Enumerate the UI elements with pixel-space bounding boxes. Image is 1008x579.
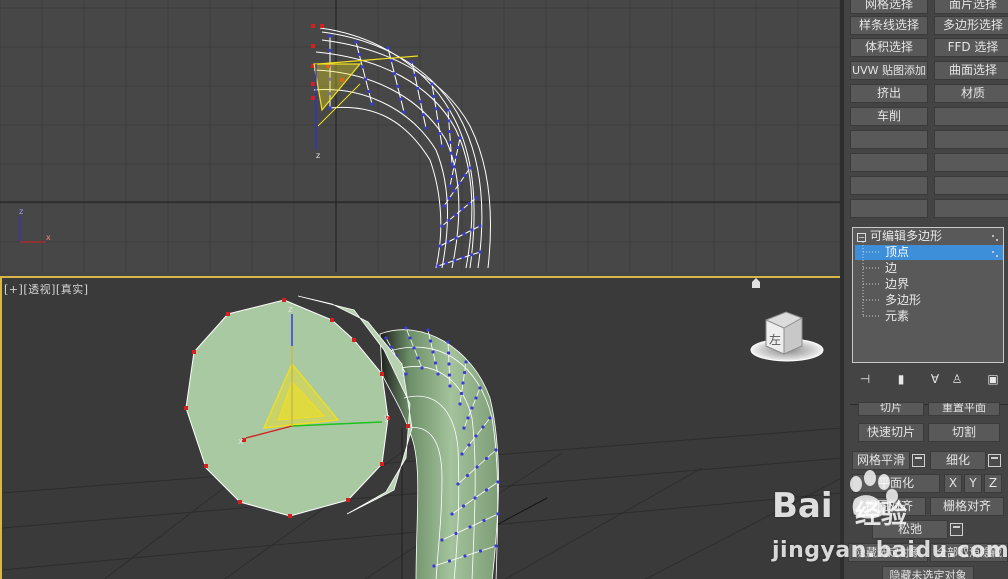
make-unique-icon[interactable]: ∀ bbox=[926, 370, 944, 388]
pin-stack-icon[interactable]: ⊣ bbox=[856, 370, 874, 388]
meshsmooth-settings-icon[interactable] bbox=[912, 454, 925, 467]
tessellate-button[interactable]: 细化 bbox=[930, 451, 986, 470]
top-viewport[interactable]: z z x bbox=[0, 0, 840, 272]
gizmo-y-label: y bbox=[384, 413, 390, 423]
empty-modifier-button[interactable] bbox=[850, 199, 928, 218]
poly-select-button[interactable]: 多边形选择 bbox=[934, 16, 1008, 35]
uvw-map-add-button[interactable]: UVW 贴图添加 bbox=[850, 61, 928, 80]
svg-text:z: z bbox=[19, 207, 23, 216]
slice-plane-button[interactable]: 切片 bbox=[858, 402, 924, 416]
gizmo-x-label: x bbox=[238, 437, 244, 447]
empty-modifier-button[interactable] bbox=[850, 130, 928, 149]
top-viewport-canvas[interactable]: z z x bbox=[0, 0, 840, 272]
cut-button[interactable]: 切割 bbox=[928, 423, 1000, 442]
modifier-stack[interactable]: − 可编辑多边形 顶点 边 边界 多边形 元素 bbox=[852, 227, 1004, 363]
world-axis-tripod-top: z x bbox=[19, 207, 51, 243]
viewcube-face-label: 左 bbox=[769, 332, 781, 347]
mesh-select-button[interactable]: 网格选择 bbox=[850, 0, 928, 14]
surface-select-button[interactable]: 曲面选择 bbox=[934, 61, 1008, 80]
spline-select-button[interactable]: 样条线选择 bbox=[850, 16, 928, 35]
perspective-viewport[interactable]: z y x 左 [+][透视][真实] bbox=[0, 276, 840, 579]
reset-plane-button[interactable]: 重置平面 bbox=[928, 402, 1000, 416]
stack-tree-lines bbox=[862, 235, 998, 317]
viewport-menu-shading[interactable]: [真实] bbox=[56, 283, 89, 296]
stack-toolbar: ⊣ ▮ ∀ ♙ ▣ bbox=[852, 370, 1008, 390]
empty-modifier-button[interactable] bbox=[934, 107, 1008, 126]
watermark-brand-cn: 经验 bbox=[855, 500, 908, 530]
relax-settings-icon[interactable] bbox=[950, 523, 963, 536]
viewcube[interactable]: 左 bbox=[750, 311, 824, 362]
empty-modifier-button[interactable] bbox=[934, 176, 1008, 195]
planar-y-button[interactable]: Y bbox=[964, 474, 982, 493]
quick-slice-button[interactable]: 快速切片 bbox=[858, 423, 924, 442]
gizmo-z-label: z bbox=[288, 305, 293, 315]
show-end-result-icon[interactable]: ▮ bbox=[892, 370, 910, 388]
svg-text:x: x bbox=[46, 233, 51, 242]
patch-select-button[interactable]: 面片选择 bbox=[934, 0, 1008, 14]
material-button[interactable]: 材质 bbox=[934, 84, 1008, 103]
lathe-button[interactable]: 车削 bbox=[850, 107, 928, 126]
planar-z-button[interactable]: Z bbox=[984, 474, 1002, 493]
planar-x-button[interactable]: X bbox=[944, 474, 962, 493]
empty-modifier-button[interactable] bbox=[850, 153, 928, 172]
empty-modifier-button[interactable] bbox=[934, 153, 1008, 172]
watermark-brand: Bai bbox=[772, 486, 833, 526]
meshsmooth-button[interactable]: 网格平滑 bbox=[852, 451, 910, 470]
empty-modifier-button[interactable] bbox=[934, 130, 1008, 149]
viewport-menu-plus[interactable]: [+] bbox=[4, 283, 23, 296]
perspective-viewport-canvas[interactable]: z y x 左 bbox=[2, 278, 840, 579]
viewport-label[interactable]: [+][透视][真实] bbox=[4, 281, 89, 297]
tessellate-settings-icon[interactable] bbox=[988, 454, 1001, 467]
watermark-url: jingyan.baidu.com bbox=[772, 538, 1008, 563]
extrude-button[interactable]: 挤出 bbox=[850, 84, 928, 103]
remove-modifier-icon[interactable]: ♙ bbox=[948, 370, 966, 388]
ffd-select-button[interactable]: FFD 选择 bbox=[934, 38, 1008, 57]
grid-align-button[interactable]: 栅格对齐 bbox=[930, 497, 1004, 516]
top-gizmo-z-label: z bbox=[316, 151, 320, 160]
empty-modifier-button[interactable] bbox=[850, 176, 928, 195]
make-planar-button[interactable]: 平面化 bbox=[852, 474, 940, 493]
empty-modifier-button[interactable] bbox=[934, 199, 1008, 218]
volume-select-button[interactable]: 体积选择 bbox=[850, 38, 928, 57]
hide-unselected-button[interactable]: 隐藏未选定对象 bbox=[882, 566, 974, 579]
viewport-menu-view[interactable]: [透视] bbox=[23, 283, 56, 296]
home-icon[interactable] bbox=[752, 278, 760, 288]
top-grid bbox=[0, 0, 840, 272]
configure-sets-icon[interactable]: ▣ bbox=[984, 370, 1002, 388]
